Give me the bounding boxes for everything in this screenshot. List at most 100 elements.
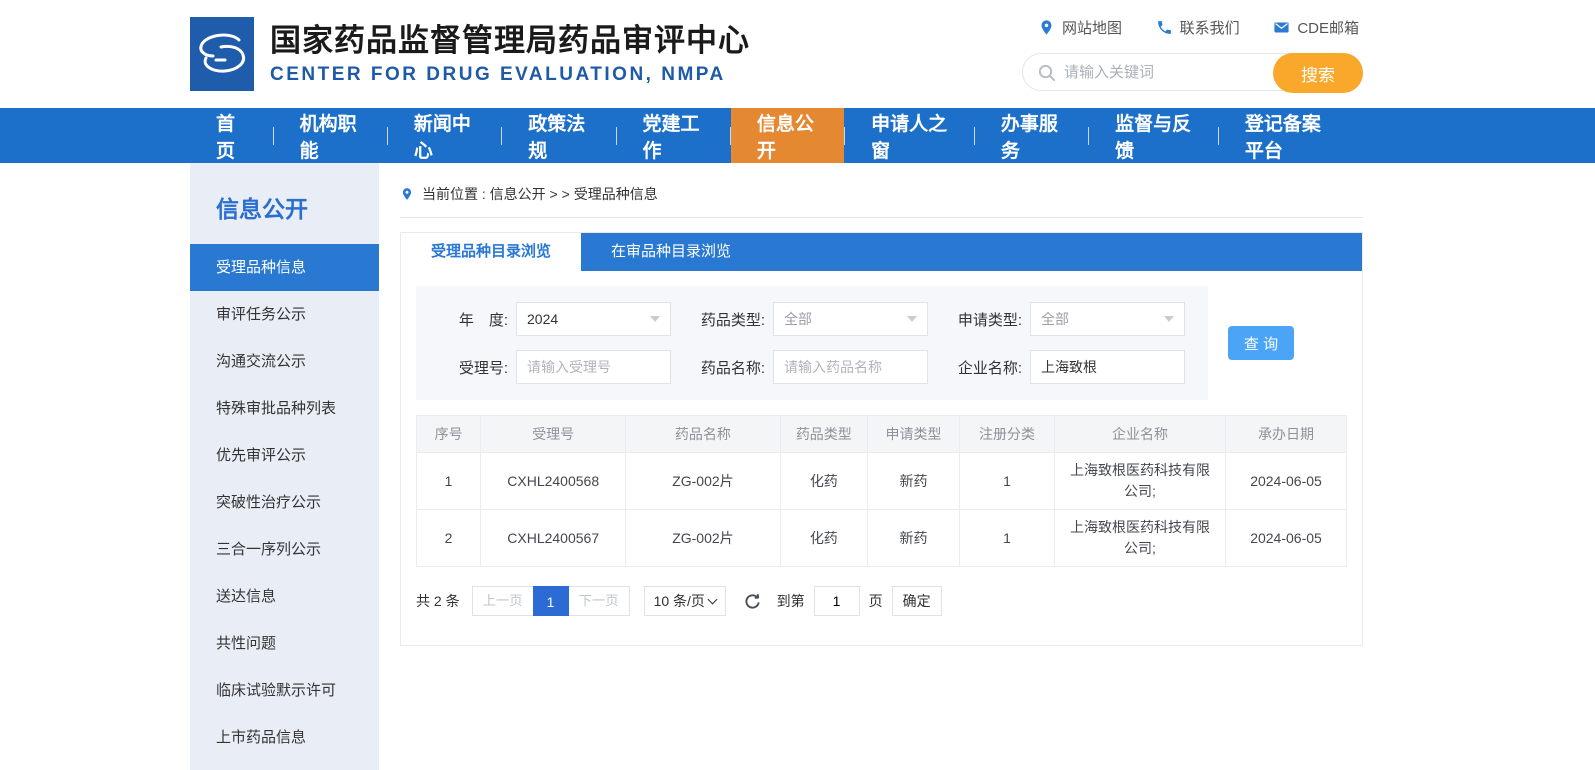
sidebar-item[interactable]: 审评任务公示 (190, 291, 379, 338)
cde-logo[interactable] (190, 17, 254, 91)
filter-company-name: 企业名称: (948, 350, 1185, 384)
sidebar-item[interactable]: 优先审评公示 (190, 432, 379, 479)
nav-item[interactable]: 党建工作 (617, 108, 731, 163)
table-column-header: 序号 (417, 416, 481, 453)
site-search: 搜索 (1022, 53, 1363, 91)
tab-bar: 受理品种目录浏览在审品种目录浏览 (401, 233, 1362, 271)
acceptance-no-input[interactable] (516, 350, 671, 384)
page-word-label: 页 (869, 591, 883, 611)
table-header-row: 序号受理号药品名称药品类型申请类型注册分类企业名称承办日期 (417, 416, 1347, 453)
sidebar-item[interactable]: 三合一序列公示 (190, 526, 379, 573)
sidebar-item[interactable]: 特殊审批品种列表 (190, 385, 379, 432)
year-select[interactable]: 2024 (516, 302, 671, 336)
nav-item[interactable]: 首页 (190, 108, 273, 163)
filter-drug-name: 药品名称: (691, 350, 928, 384)
quick-link-label: 网站地图 (1062, 17, 1122, 38)
site-header: 国家药品监督管理局药品审评中心 CENTER FOR DRUG EVALUATI… (0, 0, 1595, 108)
filter-acceptance-no: 受理号: (434, 350, 671, 384)
table-cell: 新药 (868, 453, 960, 510)
tab[interactable]: 受理品种目录浏览 (401, 233, 581, 271)
sidebar-item[interactable]: 沟通交流公示 (190, 338, 379, 385)
table-row: 2CXHL2400567ZG-002片化药新药1上海致根医药科技有限公司;202… (417, 510, 1347, 567)
table-cell: 1 (417, 453, 481, 510)
pagination: 共 2 条 上一页 1 下一页 10 条/页 到第 (416, 586, 1347, 616)
records-table: 序号受理号药品名称药品类型申请类型注册分类企业名称承办日期 1CXHL24005… (416, 415, 1347, 567)
acceptance-no-label: 受理号: (434, 357, 508, 378)
content: 信息公开 受理品种信息审评任务公示沟通交流公示特殊审批品种列表优先审评公示突破性… (190, 163, 1363, 770)
nav-item[interactable]: 机构职能 (274, 108, 388, 163)
brand: 国家药品监督管理局药品审评中心 CENTER FOR DRUG EVALUATI… (190, 17, 750, 91)
sidebar-title: 信息公开 (190, 163, 379, 244)
total-count: 共 2 条 (416, 591, 460, 611)
table-cell: ZG-002片 (626, 453, 780, 510)
quick-link-label: CDE邮箱 (1297, 17, 1359, 38)
nav-item-label: 登记备案平台 (1245, 109, 1337, 163)
nav-item-label: 机构职能 (300, 109, 362, 163)
sidebar-item[interactable]: 突破性治疗公示 (190, 479, 379, 526)
search-icon (1037, 63, 1056, 82)
sidebar-item[interactable]: 上市药品信息 (190, 714, 379, 761)
table-wrap: 序号受理号药品名称药品类型申请类型注册分类企业名称承办日期 1CXHL24005… (416, 415, 1347, 567)
query-button[interactable]: 查 询 (1228, 326, 1294, 360)
nav-item-label: 申请人之窗 (871, 109, 948, 163)
nav-item[interactable]: 新闻中心 (388, 108, 502, 163)
nav-item[interactable]: 办事服务 (975, 108, 1089, 163)
quick-link[interactable]: CDE邮箱 (1273, 17, 1359, 38)
page-size-select[interactable]: 10 条/页 (644, 586, 726, 616)
table-cell: 2024-06-05 (1226, 510, 1347, 567)
table-cell: 上海致根医药科技有限公司; (1054, 510, 1225, 567)
tab[interactable]: 在审品种目录浏览 (581, 233, 761, 271)
prev-page-button[interactable]: 上一页 (472, 586, 534, 616)
nav-item[interactable]: 政策法规 (502, 108, 616, 163)
table-cell: CXHL2400567 (481, 510, 626, 567)
filter-year: 年 度: 2024 (434, 302, 671, 336)
location-pin-icon (400, 185, 414, 203)
nav-item[interactable]: 申请人之窗 (845, 108, 974, 163)
quick-link[interactable]: 网站地图 (1038, 17, 1122, 38)
sidebar-item[interactable]: 送达信息 (190, 573, 379, 620)
header-right: 网站地图 联系我们 CDE邮箱 搜索 (1022, 17, 1363, 91)
brand-text: 国家药品监督管理局药品审评中心 CENTER FOR DRUG EVALUATI… (270, 22, 750, 86)
sidebar: 信息公开 受理品种信息审评任务公示沟通交流公示特殊审批品种列表优先审评公示突破性… (190, 163, 379, 770)
table-cell: 上海致根医药科技有限公司; (1054, 453, 1225, 510)
table-column-header: 药品名称 (626, 416, 780, 453)
next-page-button[interactable]: 下一页 (568, 586, 630, 616)
phone-icon (1156, 19, 1173, 36)
filter-box: 年 度: 2024 药品类型: 全部 (416, 286, 1208, 400)
company-name-input[interactable] (1030, 350, 1185, 384)
nav-item-label: 信息公开 (757, 109, 819, 163)
sidebar-item[interactable]: 共性问题 (190, 620, 379, 667)
quick-link[interactable]: 联系我们 (1156, 17, 1240, 38)
table-cell: ZG-002片 (626, 510, 780, 567)
table-cell: 化药 (780, 510, 867, 567)
search-button[interactable]: 搜索 (1273, 53, 1363, 93)
goto-label: 到第 (777, 591, 805, 611)
drug-name-label: 药品名称: (691, 357, 765, 378)
table-cell: CXHL2400568 (481, 453, 626, 510)
nav-item[interactable]: 登记备案平台 (1219, 108, 1363, 163)
confirm-button[interactable]: 确定 (892, 586, 942, 616)
sidebar-item[interactable]: 受理品种信息 (190, 244, 379, 291)
apply-type-select[interactable]: 全部 (1030, 302, 1185, 336)
envelope-icon (1273, 19, 1290, 36)
drug-name-input[interactable] (773, 350, 928, 384)
table-cell: 化药 (780, 453, 867, 510)
refresh-icon[interactable] (743, 592, 762, 611)
filter-drug-type: 药品类型: 全部 (691, 302, 928, 336)
page-number-1[interactable]: 1 (533, 586, 569, 616)
nav-item[interactable]: 信息公开 (731, 108, 845, 163)
site-title: 国家药品监督管理局药品审评中心 (270, 22, 750, 59)
table-column-header: 承办日期 (1226, 416, 1347, 453)
table-column-header: 企业名称 (1054, 416, 1225, 453)
nav-item[interactable]: 监督与反馈 (1089, 108, 1218, 163)
drug-type-select[interactable]: 全部 (773, 302, 928, 336)
table-cell: 1 (960, 453, 1055, 510)
sidebar-item[interactable]: 临床试验默示许可 (190, 667, 379, 714)
company-name-label: 企业名称: (948, 357, 1022, 378)
quick-links: 网站地图 联系我们 CDE邮箱 (1022, 17, 1363, 38)
nav-item-label: 监督与反馈 (1115, 109, 1192, 163)
table-column-header: 药品类型 (780, 416, 867, 453)
main-nav: 首页机构职能新闻中心政策法规党建工作信息公开申请人之窗办事服务监督与反馈登记备案… (0, 108, 1595, 163)
goto-page-input[interactable] (814, 586, 860, 616)
nav-item-label: 首页 (216, 109, 247, 163)
